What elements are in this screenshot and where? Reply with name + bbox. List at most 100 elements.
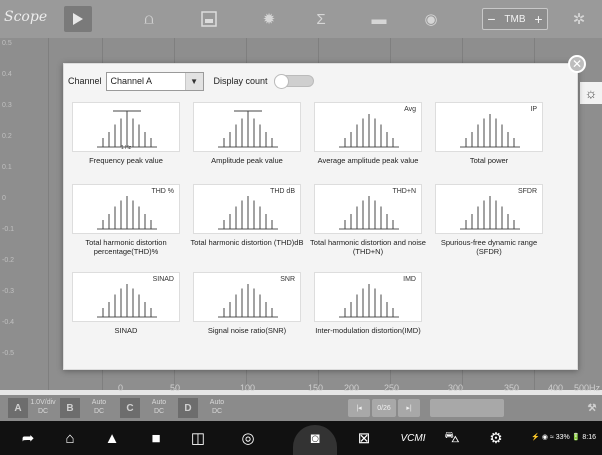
network-icon: ⚙: [489, 430, 503, 447]
measurement-tag: SNR: [280, 276, 295, 283]
car-icon: ⛍: [444, 428, 460, 446]
probe-tool-button[interactable]: ⚒: [582, 398, 602, 418]
measurement-thumbnail: IMD: [314, 272, 422, 322]
measurement-card[interactable]: THD+N Total harmonic distortion and noise…: [310, 184, 426, 256]
y-tick: 0.4: [2, 71, 12, 78]
y-tick: 0.1: [2, 164, 12, 171]
measurement-label: Spurious-free dynamic range (SFDR): [440, 238, 538, 256]
vehicle-button[interactable]: ⛍: [440, 427, 464, 449]
home-icon: ⌂: [65, 429, 75, 447]
folder-button[interactable]: ▬: [366, 6, 392, 32]
timebase-label: TMB: [504, 13, 526, 25]
play-button[interactable]: [64, 6, 92, 32]
probe-button[interactable]: ⩍: [136, 6, 162, 32]
display-count-toggle[interactable]: [273, 74, 314, 89]
channel-a-button[interactable]: A: [8, 398, 28, 418]
measure-button[interactable]: [196, 6, 222, 32]
measurement-card[interactable]: Avg Average amplitude peak value: [310, 102, 426, 174]
x-tick: 400: [548, 383, 564, 393]
channel-d-settings[interactable]: Auto DC: [202, 398, 232, 418]
measurement-card[interactable]: SINAD SINAD: [68, 272, 184, 344]
cog-icon: ✲: [572, 11, 586, 28]
light-icon[interactable]: ☼: [580, 82, 602, 104]
measurement-thumbnail: SNR: [193, 272, 301, 322]
measurement-card[interactable]: Amplitude peak value: [189, 102, 305, 174]
next-page-button[interactable]: ▸|: [398, 399, 420, 417]
square-icon: ■: [151, 429, 161, 447]
x-tick: 250: [384, 383, 400, 393]
measurement-tag: THD dB: [270, 188, 295, 195]
vcmi-button[interactable]: VCMI: [396, 427, 430, 449]
screen-record-button[interactable]: ⊠: [352, 427, 376, 449]
channel-d-button[interactable]: D: [178, 398, 198, 418]
measurement-tag: IP: [530, 106, 537, 113]
x-tick: 300: [448, 383, 464, 393]
y-tick: -0.3: [2, 288, 15, 295]
measurement-thumbnail: [193, 102, 301, 152]
play-icon: [73, 13, 83, 25]
channel-select[interactable]: Channel A ▼: [105, 71, 204, 91]
zoom-field[interactable]: [430, 399, 504, 417]
measurement-card[interactable]: SFDR Spurious-free dynamic range (SFDR): [431, 184, 547, 256]
measurement-label: Total harmonic distortion and noise (THD…: [310, 238, 426, 256]
back-button[interactable]: ➦: [16, 427, 40, 449]
measurement-card[interactable]: 1 Hz Frequency peak value: [68, 102, 184, 174]
measurement-thumbnail: THD+N: [314, 184, 422, 234]
record-icon: ⊠: [357, 430, 371, 447]
screenshot-button[interactable]: ◙: [303, 427, 327, 449]
math-button[interactable]: Σ: [308, 6, 334, 32]
close-button[interactable]: ✕: [568, 55, 586, 73]
y-tick: 0.5: [2, 40, 12, 47]
chrome-icon: ◎: [241, 430, 255, 447]
x-tick: 50: [170, 383, 181, 393]
measurement-label: Amplitude peak value: [211, 156, 283, 165]
gear-icon: ✹: [262, 11, 276, 28]
timebase-minus-button[interactable]: −: [487, 11, 495, 27]
spectrum-icon: [460, 114, 520, 148]
measurement-card[interactable]: THD % Total harmonic distortion percentag…: [68, 184, 184, 256]
y-tick: -0.1: [2, 226, 15, 233]
measurement-card[interactable]: SNR Signal noise ratio(SNR): [189, 272, 305, 344]
app-logo: Scope: [4, 9, 48, 25]
channel-a-settings[interactable]: 1.0V/div DC: [30, 398, 56, 418]
connection-button[interactable]: ⚙: [484, 427, 508, 449]
timebase-plus-button[interactable]: +: [534, 11, 542, 27]
x-tick: 0: [118, 383, 124, 393]
status-bar: ⚡ ◉ ≈ 33% 🔋 8:16: [531, 434, 596, 441]
measurement-card[interactable]: IP Total power: [431, 102, 547, 174]
home-button[interactable]: ⌂: [58, 427, 82, 449]
measurement-label: Total harmonic distortion (THD)dB: [190, 238, 304, 247]
timebase-control: − TMB +: [482, 8, 548, 30]
channel-label: Channel: [68, 76, 102, 86]
x-tick: 150: [308, 383, 324, 393]
close-icon: ✕: [571, 57, 583, 71]
measurement-label: SINAD: [114, 326, 138, 335]
browser-button[interactable]: ◎: [236, 427, 260, 449]
measurement-label: Inter-modulation distortion(IMD): [315, 326, 421, 335]
measurement-label: Average amplitude peak value: [317, 156, 419, 165]
prev-page-button[interactable]: |◂: [348, 399, 370, 417]
page-indicator: 0/26: [372, 399, 396, 417]
x-tick: 350: [504, 383, 520, 393]
top-toolbar: Scope ⩍ ✹ Σ ▬ ◉ − TMB + ✲: [0, 0, 602, 38]
channel-b-settings[interactable]: Auto DC: [84, 398, 114, 418]
measurement-tag: IMD: [403, 276, 416, 283]
house-button[interactable]: ▲: [100, 427, 124, 449]
channel-c-button[interactable]: C: [120, 398, 140, 418]
measurement-card[interactable]: IMD Inter-modulation distortion(IMD): [310, 272, 426, 344]
help-button[interactable]: ◉: [418, 6, 444, 32]
y-tick: 0.2: [2, 133, 12, 140]
spectrum-icon: [218, 110, 278, 148]
measurement-card[interactable]: THD dB Total harmonic distortion (THD)dB: [189, 184, 305, 256]
split-view-button[interactable]: ◫: [186, 427, 210, 449]
options-button[interactable]: ✲: [566, 6, 592, 32]
recent-apps-button[interactable]: ■: [144, 427, 168, 449]
channel-b-button[interactable]: B: [60, 398, 80, 418]
channel-c-settings[interactable]: Auto DC: [144, 398, 174, 418]
y-tick: -0.2: [2, 257, 15, 264]
measurement-label: Frequency peak value: [89, 156, 163, 165]
measurement-dialog: Channel Channel A ▼ Display count 1 Hz Fr…: [63, 63, 578, 370]
measurement-tag: THD %: [151, 188, 174, 195]
y-tick: -0.5: [2, 350, 15, 357]
settings-button[interactable]: ✹: [256, 6, 282, 32]
